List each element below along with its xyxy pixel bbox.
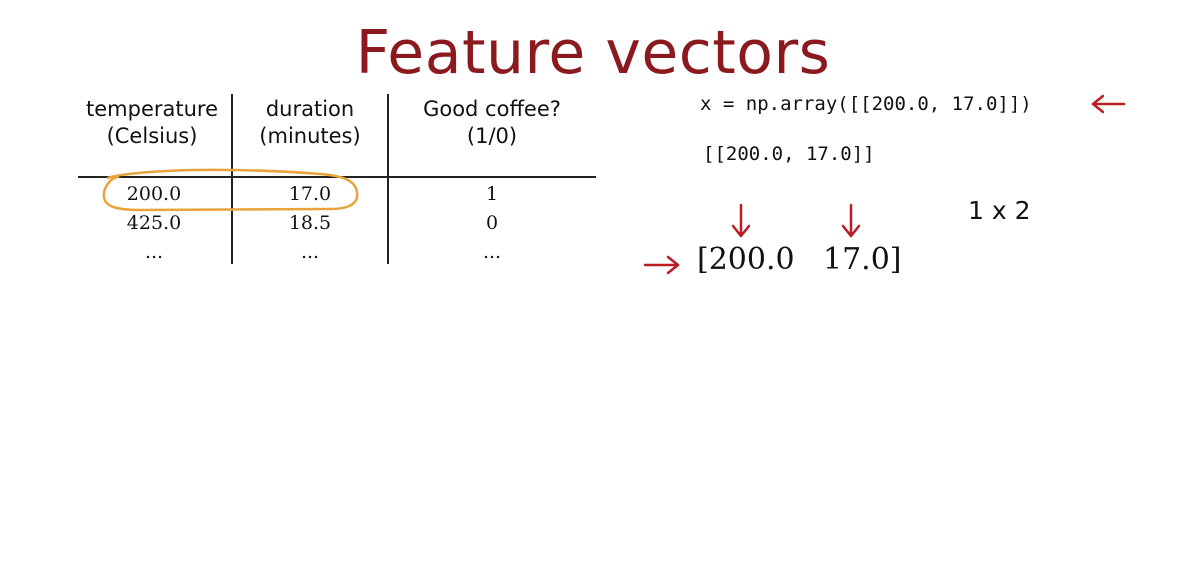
row-highlight-loop: [102, 168, 359, 212]
right-arrow-icon: [643, 255, 680, 275]
annotation-layer: [78, 94, 1126, 275]
down-arrow-icon: [731, 203, 751, 238]
down-arrow-icon: [841, 203, 861, 238]
left-arrow-icon: [1091, 94, 1126, 114]
